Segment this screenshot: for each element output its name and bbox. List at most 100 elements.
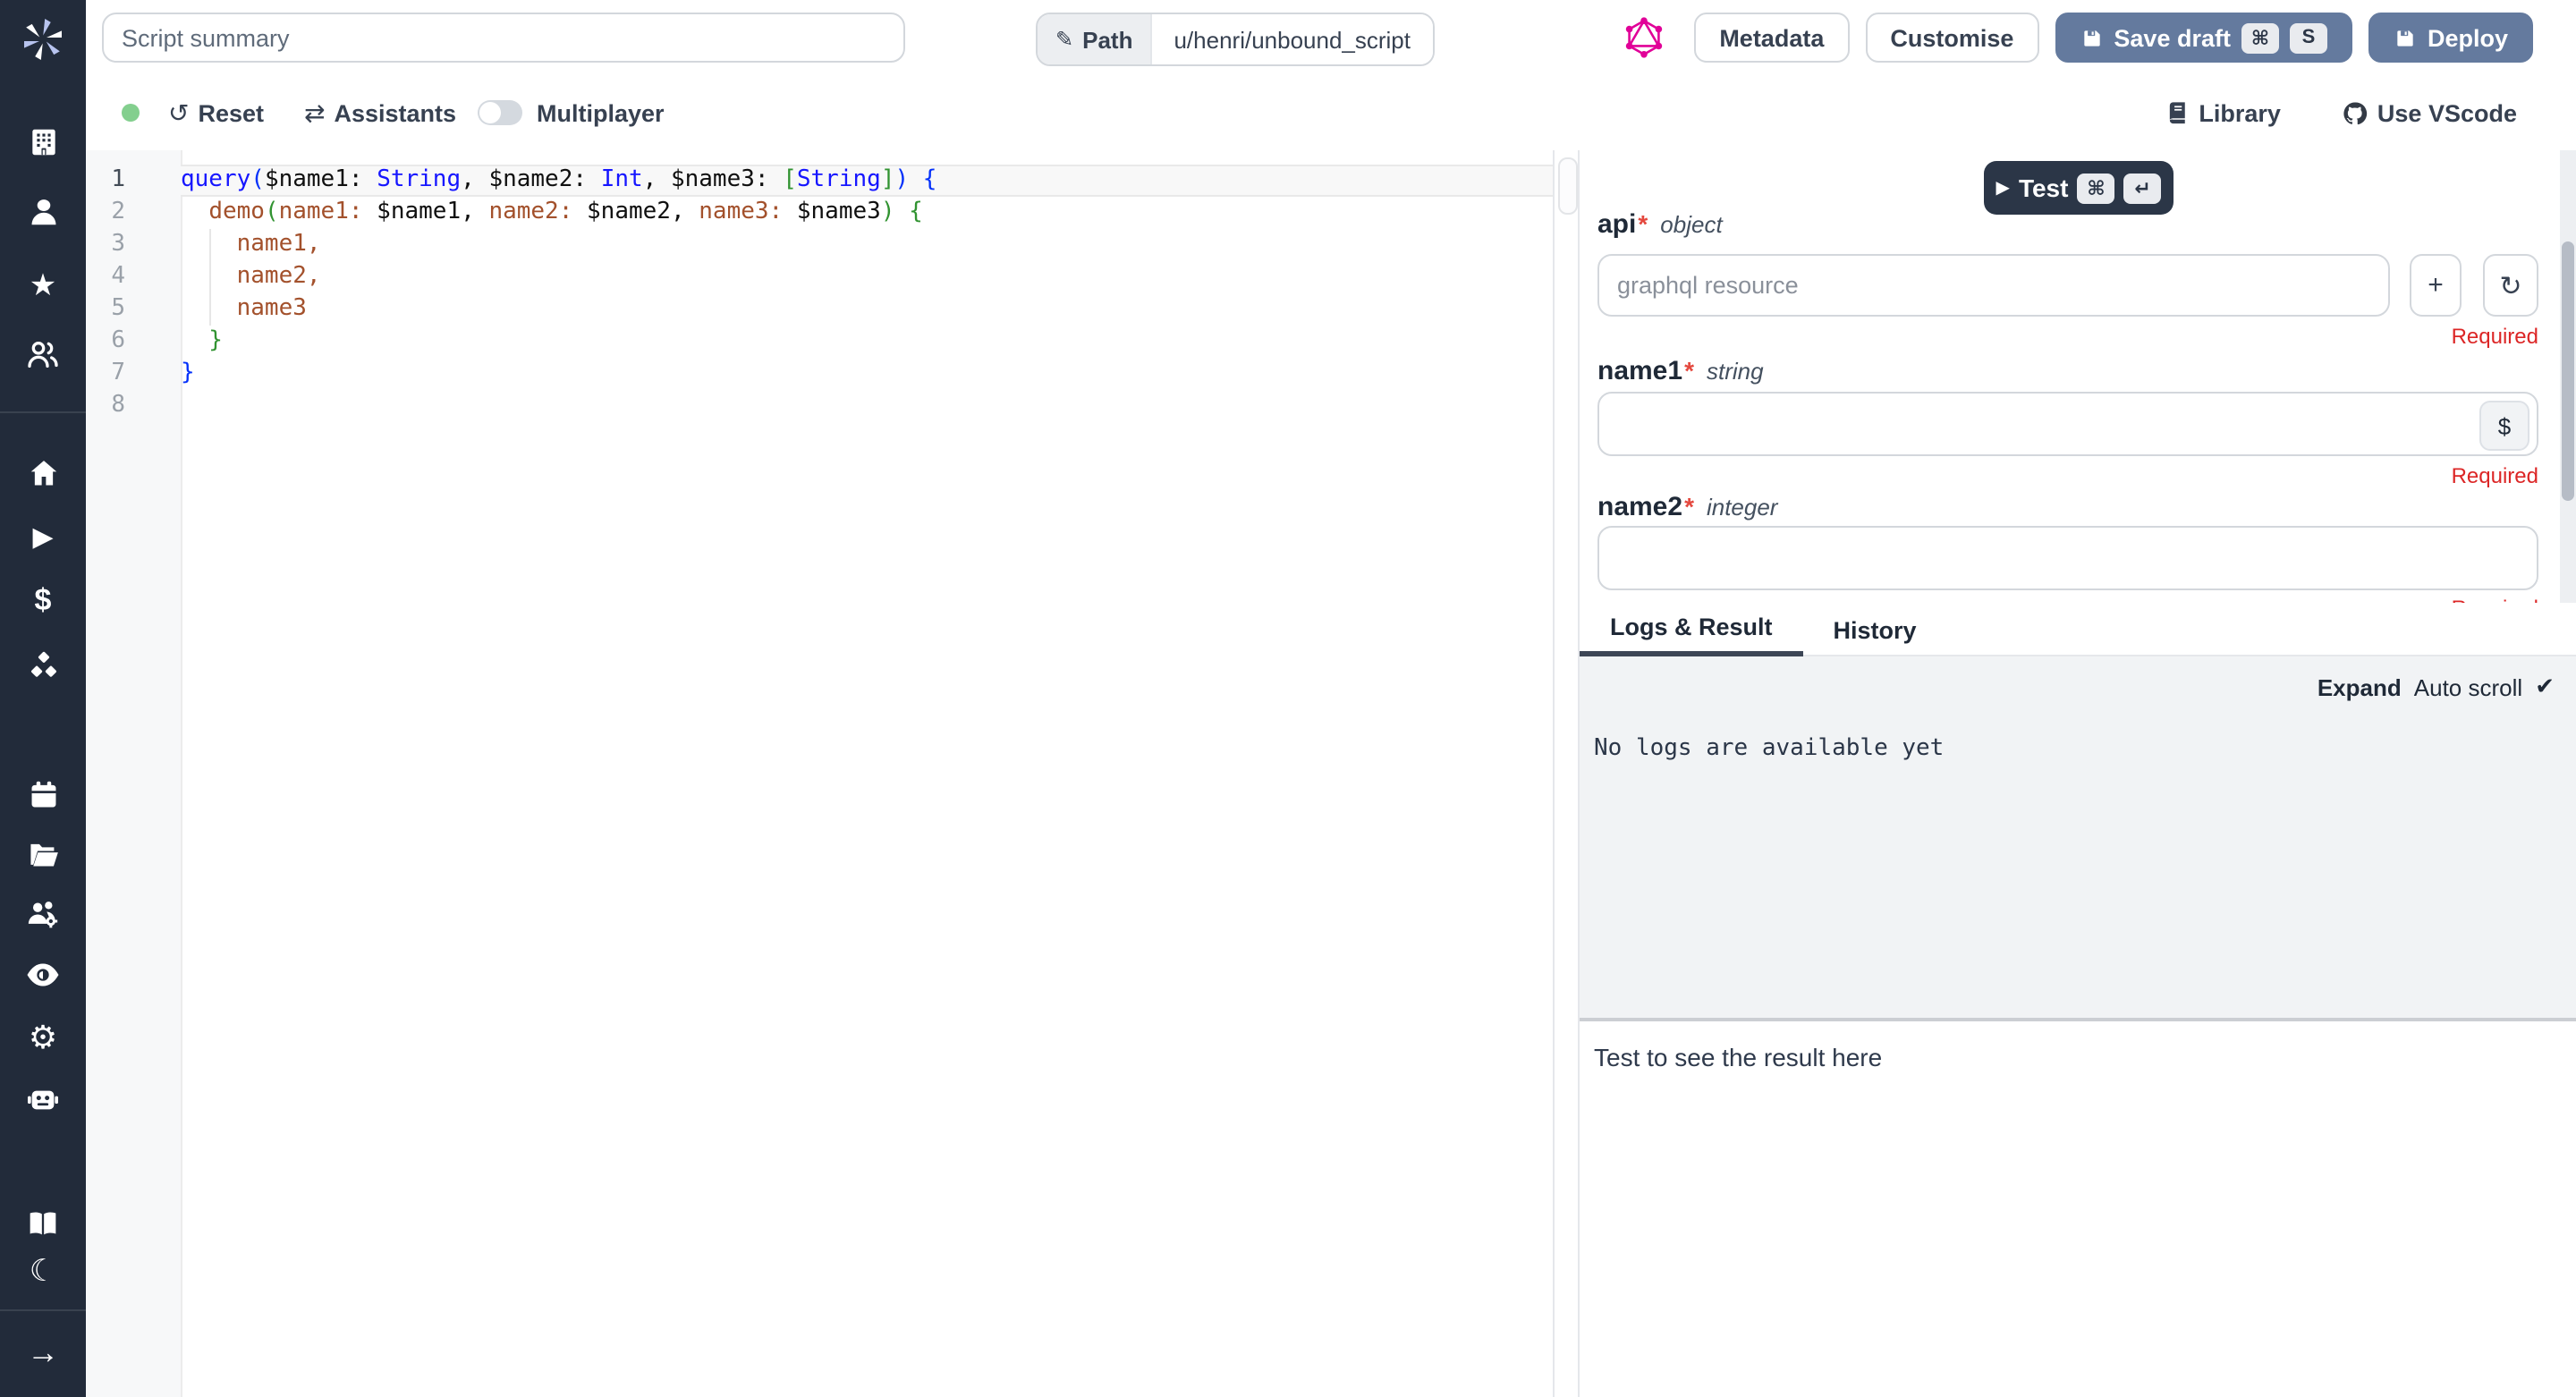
form-scrollbar-thumb[interactable] bbox=[2562, 241, 2574, 501]
args-form: ▶ Test ⌘ ↵ api* object + ↻ Required name… bbox=[1580, 150, 2576, 603]
resizer-handle[interactable] bbox=[1558, 157, 1578, 215]
play-icon: ▶ bbox=[1996, 178, 2010, 198]
code-line-text: demo(name1: $name1, name2: $name2, name3… bbox=[181, 197, 1553, 229]
users-icon[interactable] bbox=[0, 333, 86, 376]
plus-icon: + bbox=[2428, 270, 2444, 301]
script-summary-input[interactable] bbox=[102, 13, 905, 63]
code-lines: 1query($name1: String, $name2: Int, $nam… bbox=[86, 165, 1553, 422]
autoscroll-label[interactable]: Auto scroll bbox=[2414, 673, 2522, 700]
customise-button[interactable]: Customise bbox=[1865, 13, 2038, 63]
code-line-text: name3 bbox=[181, 293, 1553, 326]
path-edit-section[interactable]: ✎ Path bbox=[1038, 14, 1150, 64]
code-line-text: name1, bbox=[181, 229, 1553, 261]
gear-icon[interactable]: ⚙ bbox=[0, 1016, 86, 1059]
rotate-ccw-icon: ↺ bbox=[168, 97, 189, 128]
assistants-button[interactable]: ⇄ Assistants bbox=[304, 75, 456, 150]
test-button[interactable]: ▶ Test ⌘ ↵ bbox=[1984, 161, 2174, 215]
multiplayer-toggle[interactable] bbox=[478, 100, 522, 125]
folder-icon[interactable] bbox=[0, 832, 86, 875]
line-number: 5 bbox=[86, 293, 181, 326]
code-line-text: } bbox=[181, 358, 1553, 390]
use-vscode-button[interactable]: Use VScode bbox=[2342, 75, 2517, 150]
refresh-resource-button[interactable]: ↻ bbox=[2483, 254, 2538, 317]
metadata-button[interactable]: Metadata bbox=[1694, 13, 1849, 63]
code-line-text bbox=[181, 390, 1553, 422]
dollar-icon: $ bbox=[2498, 412, 2511, 439]
line-number: 8 bbox=[86, 390, 181, 422]
check-icon[interactable]: ✔ bbox=[2535, 673, 2555, 701]
kbd-s: S bbox=[2290, 22, 2327, 53]
dollar-icon[interactable]: $ bbox=[0, 578, 86, 621]
star-icon[interactable]: ★ bbox=[0, 263, 86, 306]
app-window: ★ ▶ $ bbox=[0, 0, 2576, 1397]
variable-picker-button[interactable]: $ bbox=[2479, 401, 2529, 451]
sidebar: ★ ▶ $ bbox=[0, 0, 86, 1397]
code-line[interactable]: 2 demo(name1: $name1, name2: $name2, nam… bbox=[86, 197, 1553, 229]
refresh-icon: ⇄ bbox=[304, 97, 325, 128]
sidebar-divider-bottom bbox=[0, 1309, 86, 1311]
line-number: 1 bbox=[86, 165, 181, 197]
code-line[interactable]: 3 name1, bbox=[86, 229, 1553, 261]
line-number: 3 bbox=[86, 229, 181, 261]
add-resource-button[interactable]: + bbox=[2410, 254, 2462, 317]
toolbar-right: Library Use VScode bbox=[2165, 75, 2517, 150]
path-badge[interactable]: ✎ Path u/henri/unbound_script bbox=[1036, 13, 1434, 66]
tab-history[interactable]: History bbox=[1803, 603, 1947, 656]
calendar-icon[interactable] bbox=[0, 773, 86, 816]
status-dot bbox=[122, 104, 140, 122]
building-icon[interactable] bbox=[0, 120, 86, 163]
kbd-enter: ↵ bbox=[2123, 173, 2161, 203]
code-line[interactable]: 6 } bbox=[86, 326, 1553, 358]
play-icon[interactable]: ▶ bbox=[0, 515, 86, 558]
github-icon bbox=[2342, 99, 2368, 126]
name2-input[interactable] bbox=[1597, 526, 2538, 590]
name1-input[interactable] bbox=[1597, 392, 2538, 456]
log-controls: Expand Auto scroll ✔ bbox=[2318, 673, 2555, 701]
tab-logs-result[interactable]: Logs & Result bbox=[1580, 603, 1803, 656]
code-editor[interactable]: 1query($name1: String, $name2: Int, $nam… bbox=[86, 150, 1553, 1397]
code-line-text: query($name1: String, $name2: Int, $name… bbox=[181, 165, 1553, 197]
arrow-right-icon[interactable]: → bbox=[0, 1331, 86, 1374]
api-resource-input[interactable] bbox=[1597, 254, 2390, 317]
logs-panel: Expand Auto scroll ✔ No logs are availab… bbox=[1580, 656, 2576, 1018]
required-hint-api: Required bbox=[2452, 324, 2538, 349]
home-icon[interactable] bbox=[0, 451, 86, 494]
result-empty-message: Test to see the result here bbox=[1594, 1043, 1882, 1071]
line-number: 7 bbox=[86, 358, 181, 390]
save-draft-button[interactable]: Save draft ⌘ S bbox=[2055, 13, 2352, 63]
code-line-text: } bbox=[181, 326, 1553, 358]
panel-resizer[interactable] bbox=[1553, 150, 1580, 1397]
kbd-cmd: ⌘ bbox=[2077, 173, 2114, 203]
windmill-logo[interactable] bbox=[21, 18, 64, 61]
required-hint-name1: Required bbox=[2452, 463, 2538, 488]
person-icon[interactable] bbox=[0, 190, 86, 233]
code-line[interactable]: 4 name2, bbox=[86, 261, 1553, 293]
graphql-icon bbox=[1623, 16, 1665, 59]
path-value: u/henri/unbound_script bbox=[1150, 14, 1432, 64]
multiplayer-label: Multiplayer bbox=[537, 75, 665, 150]
code-line[interactable]: 7} bbox=[86, 358, 1553, 390]
code-line[interactable]: 1query($name1: String, $name2: Int, $nam… bbox=[86, 165, 1553, 197]
code-line[interactable]: 5 name3 bbox=[86, 293, 1553, 326]
pencil-icon: ✎ bbox=[1055, 27, 1073, 52]
editor-toolbar: ↺ Reset ⇄ Assistants Multiplayer Library… bbox=[86, 75, 2576, 152]
code-line[interactable]: 8 bbox=[86, 390, 1553, 422]
line-number: 2 bbox=[86, 197, 181, 229]
result-tabs: Logs & Result History bbox=[1580, 603, 2576, 656]
book-open-icon[interactable] bbox=[0, 1202, 86, 1245]
eye-icon[interactable] bbox=[0, 953, 86, 996]
library-button[interactable]: Library bbox=[2165, 75, 2281, 150]
topbar-buttons: Metadata Customise Save draft ⌘ S Deploy bbox=[1694, 13, 2533, 63]
book-icon bbox=[2165, 100, 2190, 125]
users-gear-icon[interactable] bbox=[0, 893, 86, 936]
required-hint-name2: Required bbox=[2452, 596, 2538, 603]
deploy-button[interactable]: Deploy bbox=[2368, 13, 2533, 63]
expand-button[interactable]: Expand bbox=[2318, 673, 2402, 700]
reset-button[interactable]: ↺ Reset bbox=[168, 75, 264, 150]
field-label-api: api* object bbox=[1597, 209, 1723, 240]
field-label-name1: name1* string bbox=[1597, 356, 1764, 386]
path-label: Path bbox=[1082, 26, 1132, 53]
robot-icon[interactable] bbox=[0, 1077, 86, 1120]
cubes-icon[interactable] bbox=[0, 644, 86, 687]
moon-icon[interactable]: ☾ bbox=[0, 1249, 86, 1291]
